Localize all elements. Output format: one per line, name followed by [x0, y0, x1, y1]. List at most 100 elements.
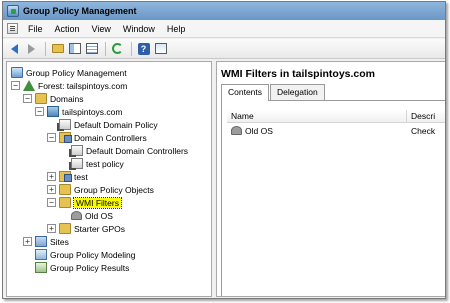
- tree-node-modeling[interactable]: Group Policy Modeling: [35, 248, 136, 261]
- tree-node-old-os[interactable]: Old OS: [71, 209, 113, 222]
- expand-toggle[interactable]: +: [47, 185, 56, 194]
- tree-node-default-domain-controllers[interactable]: Default Domain Controllers: [69, 144, 189, 157]
- forest-icon: [23, 80, 35, 91]
- collapse-toggle[interactable]: −: [47, 133, 56, 142]
- back-button[interactable]: [7, 41, 22, 56]
- refresh-icon: [112, 43, 123, 54]
- list-header: Name Descri: [227, 110, 445, 123]
- folder-icon: [35, 93, 47, 104]
- tree-node-root[interactable]: Group Policy Management: [11, 66, 127, 79]
- tree-node-domain-controllers[interactable]: − Domain Controllers: [47, 131, 147, 144]
- folder-icon: [59, 223, 71, 234]
- tree-node-starter-gpos[interactable]: + Starter GPOs: [47, 222, 125, 235]
- column-header-name[interactable]: Name: [227, 110, 407, 122]
- properties-button[interactable]: [153, 41, 168, 56]
- tree-node-test[interactable]: + test: [47, 170, 88, 183]
- cell-name: Old OS: [227, 126, 407, 136]
- forward-button[interactable]: [24, 41, 39, 56]
- refresh-button[interactable]: [110, 41, 125, 56]
- column-header-description[interactable]: Descri: [407, 110, 445, 122]
- tree-node-domain[interactable]: − tailspintoys.com: [35, 105, 122, 118]
- menu-view[interactable]: View: [86, 24, 117, 34]
- collapse-toggle[interactable]: −: [47, 198, 56, 207]
- list-view-icon: [85, 43, 98, 54]
- details-title: WMI Filters in tailspintoys.com: [221, 68, 376, 80]
- results-icon: [35, 262, 47, 273]
- sites-icon: [35, 236, 47, 247]
- tree-label-selected: WMI Filters: [73, 196, 122, 209]
- properties-icon: [154, 43, 167, 54]
- up-one-level-button[interactable]: [50, 41, 65, 56]
- table-row[interactable]: Old OS Check: [227, 124, 445, 137]
- expand-toggle[interactable]: +: [23, 237, 32, 246]
- tree-label: Domain Controllers: [74, 132, 147, 143]
- tree-label: Old OS: [85, 210, 113, 221]
- forward-icon: [28, 43, 35, 54]
- help-button[interactable]: ?: [136, 41, 151, 56]
- tree-label: Sites: [50, 236, 69, 247]
- tree-node-default-domain-policy[interactable]: Default Domain Policy: [57, 118, 158, 131]
- tree-label: test: [74, 171, 88, 182]
- folder-icon: [59, 197, 71, 208]
- show-hide-tree-icon: [68, 43, 81, 54]
- menu-bar: File Action View Window Help: [3, 20, 445, 38]
- gpm-app-icon: [7, 5, 19, 17]
- back-icon: [11, 43, 18, 54]
- details-pane: WMI Filters in tailspintoys.com Contents…: [216, 61, 445, 297]
- folder-icon: [59, 184, 71, 195]
- gpo-link-icon: [57, 119, 71, 131]
- list-view-button[interactable]: [84, 41, 99, 56]
- tree-label: tailspintoys.com: [62, 106, 123, 117]
- title-bar: Group Policy Management: [3, 2, 445, 20]
- window-title: Group Policy Management: [23, 6, 137, 16]
- tree-label: Group Policy Objects: [74, 184, 154, 195]
- menu-action[interactable]: Action: [49, 24, 86, 34]
- tree-node-wmi-filters[interactable]: − WMI Filters: [47, 196, 122, 209]
- row-name-text: Old OS: [245, 125, 273, 136]
- expand-toggle[interactable]: +: [47, 224, 56, 233]
- tab-delegation[interactable]: Delegation: [270, 84, 325, 100]
- menu-window[interactable]: Window: [117, 24, 161, 34]
- tree-node-test-policy[interactable]: test policy: [69, 157, 124, 170]
- collapse-toggle[interactable]: −: [35, 107, 44, 116]
- toolbar-divider: [45, 41, 46, 56]
- tree-label: Forest: tailspintoys.com: [38, 80, 128, 91]
- tree-node-sites[interactable]: + Sites: [23, 235, 69, 248]
- toolbar: ?: [3, 39, 445, 59]
- ou-icon: [59, 132, 72, 143]
- details-tabs: Contents Delegation: [221, 84, 326, 101]
- gpm-icon: [11, 67, 23, 78]
- cell-description: Check: [411, 125, 436, 136]
- collapse-toggle[interactable]: −: [11, 81, 20, 90]
- tree-label: Group Policy Management: [26, 67, 127, 78]
- gpo-link-icon: [69, 145, 83, 157]
- expand-toggle[interactable]: +: [47, 172, 56, 181]
- wmi-filter-icon: [231, 126, 242, 135]
- tree-label: Default Domain Policy: [74, 119, 158, 130]
- toolbar-divider: [105, 41, 106, 56]
- tree-label: Group Policy Results: [50, 262, 130, 273]
- tree-node-group-policy-objects[interactable]: + Group Policy Objects: [47, 183, 154, 196]
- app-window: Group Policy Management File Action View…: [2, 1, 446, 299]
- tree-label: Domains: [50, 93, 84, 104]
- tree-label: Starter GPOs: [74, 223, 126, 234]
- menu-help[interactable]: Help: [161, 24, 192, 34]
- help-icon: ?: [137, 42, 150, 55]
- show-hide-tree-button[interactable]: [67, 41, 82, 56]
- tree-node-results[interactable]: Group Policy Results: [35, 261, 129, 274]
- tree-label: Default Domain Controllers: [86, 145, 189, 156]
- toolbar-divider: [131, 41, 132, 56]
- domain-icon: [47, 106, 59, 117]
- tab-contents[interactable]: Contents: [221, 84, 270, 101]
- tree-node-forest[interactable]: − Forest: tailspintoys.com: [11, 79, 127, 92]
- tree-node-domains[interactable]: − Domains: [23, 92, 84, 105]
- menu-file[interactable]: File: [22, 24, 49, 34]
- console-menu-icon[interactable]: [7, 23, 18, 34]
- modeling-icon: [35, 249, 47, 260]
- console-tree: Group Policy Management − Forest: tailsp…: [6, 61, 212, 297]
- wmi-filter-icon: [71, 211, 82, 220]
- up-folder-icon: [51, 44, 64, 53]
- collapse-toggle[interactable]: −: [23, 94, 32, 103]
- gpo-link-icon: [69, 158, 83, 170]
- tree-label: test policy: [86, 158, 124, 169]
